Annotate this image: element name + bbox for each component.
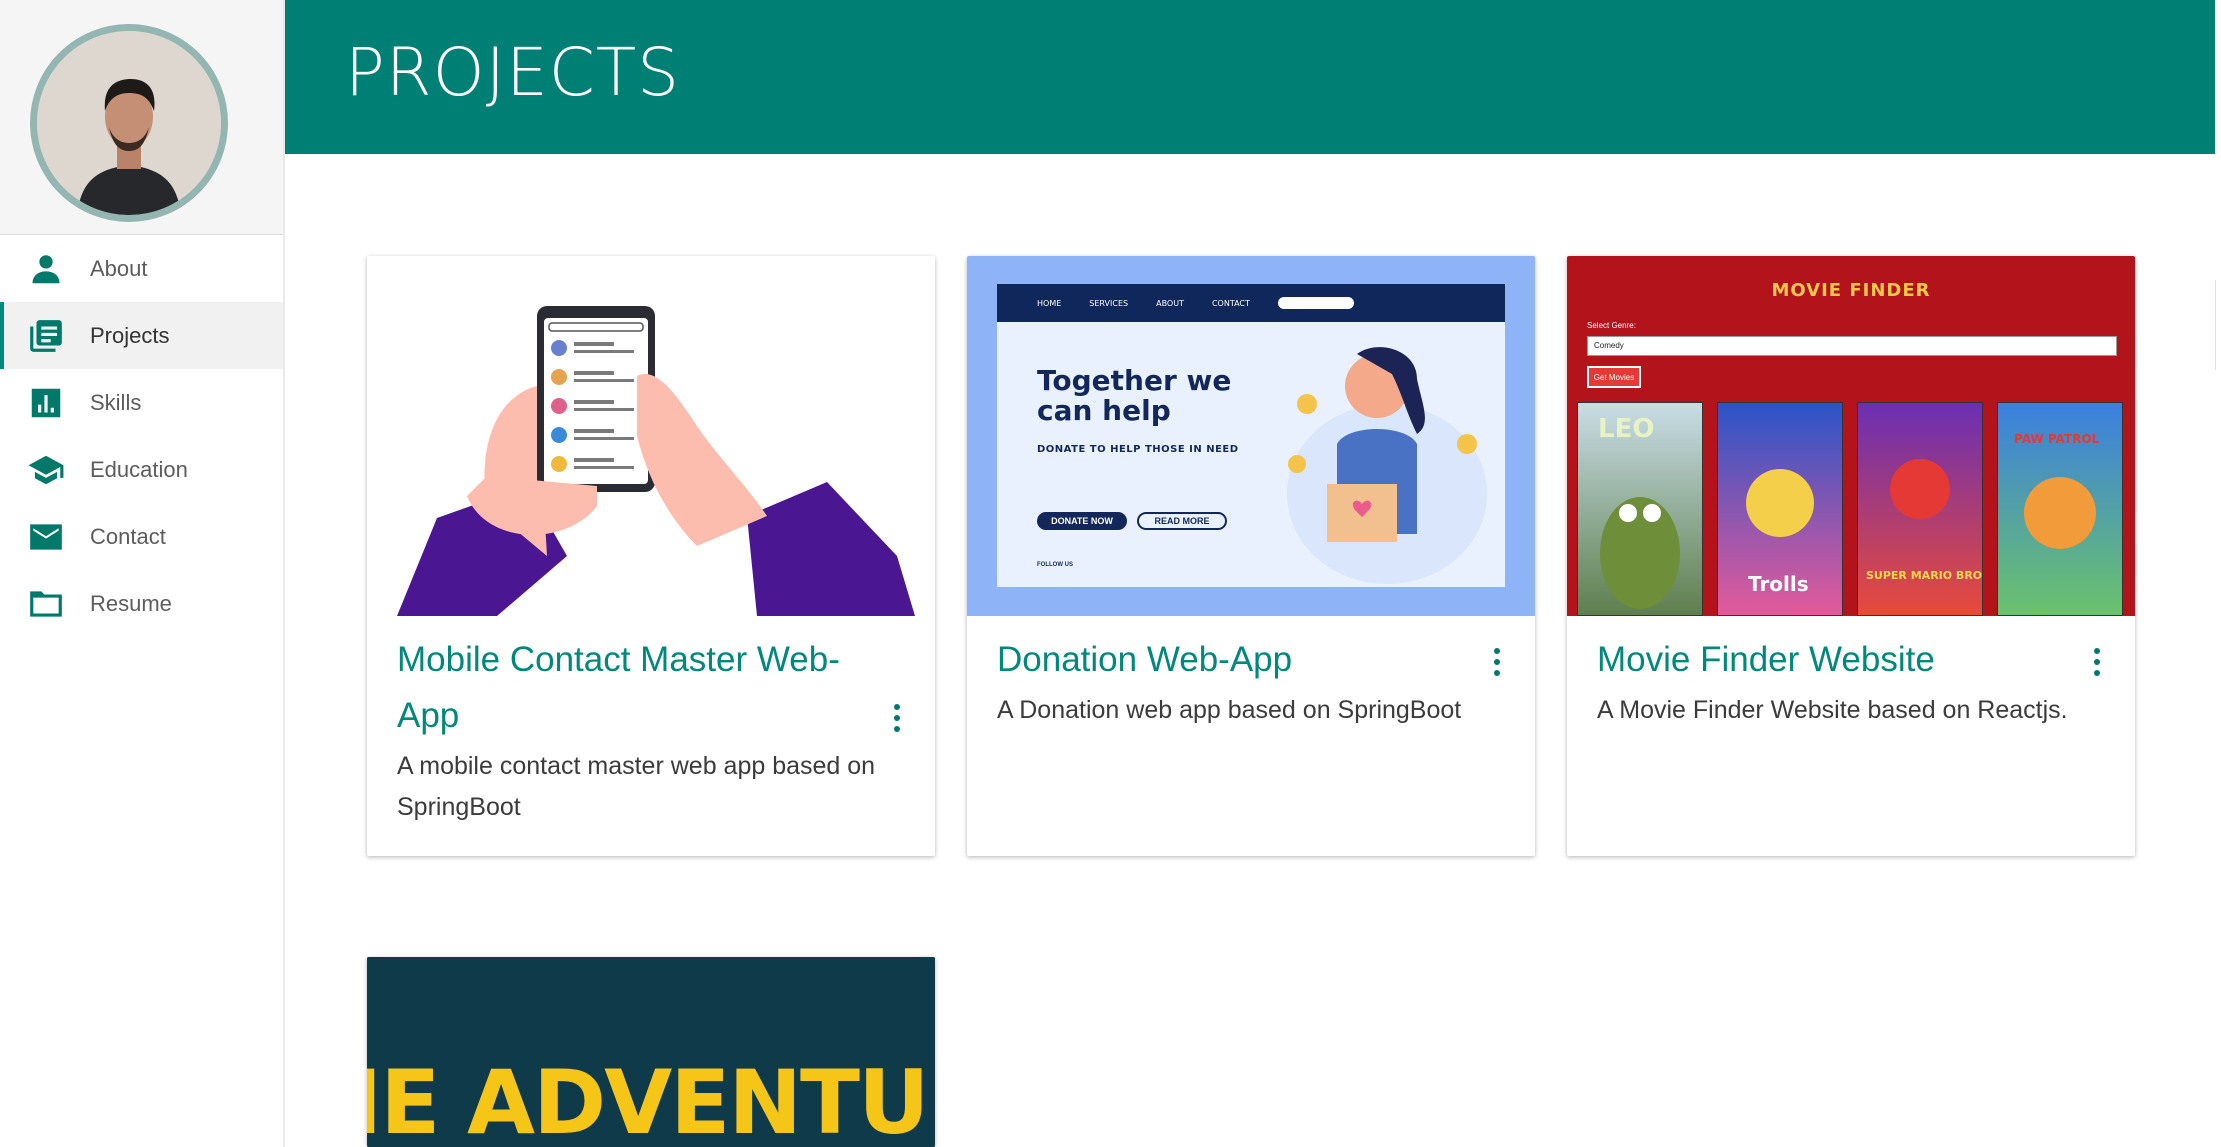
sidebar-item-resume[interactable]: Resume <box>0 570 283 637</box>
more-options-icon[interactable] <box>2089 648 2105 676</box>
project-card[interactable]: THE ADVENTURE <box>367 957 935 1147</box>
project-image: MOVIE FINDER Select Genre: Comedy Get Mo… <box>1567 256 2135 616</box>
sidebar-item-label: Skills <box>90 389 142 415</box>
sidebar-item-label: Education <box>90 456 188 482</box>
scrollbar[interactable] <box>2215 280 2221 370</box>
sidebar-item-label: About <box>90 255 148 281</box>
project-card[interactable]: Mobile Contact Master Web-App A mobile c… <box>367 256 935 856</box>
project-title[interactable]: Mobile Contact Master Web-App <box>397 632 905 744</box>
bar-chart-icon <box>26 383 66 423</box>
card-body: Movie Finder Website A Movie Finder Webs… <box>1567 616 2135 749</box>
preview-nav-item: ABOUT <box>1156 298 1184 308</box>
project-card[interactable]: HOME SERVICES ABOUT CONTACT Together we … <box>967 256 1535 856</box>
adventure-heading: THE ADVENTURE <box>367 1051 935 1147</box>
preview-headline: Together we can help <box>1037 364 1232 427</box>
sidebar-item-label: Resume <box>90 590 172 616</box>
more-options-icon[interactable] <box>889 704 905 732</box>
movie-poster: SUPER MARIO BROS <box>1857 402 1990 616</box>
preview-search <box>1277 297 1354 309</box>
movie-poster: Trolls <box>1717 402 1843 616</box>
sidebar-item-skills[interactable]: Skills <box>0 369 283 436</box>
project-image <box>367 256 935 616</box>
preview-donate-button: DONATE NOW <box>1037 512 1127 530</box>
preview-subheadline: DONATE TO HELP THOSE IN NEED <box>1037 444 1239 455</box>
sidebar-item-contact[interactable]: Contact <box>0 503 283 570</box>
card-body: Donation Web-App A Donation web app base… <box>967 616 1535 749</box>
person-icon <box>26 249 66 289</box>
project-title[interactable]: Donation Web-App <box>997 632 1505 688</box>
project-image: HOME SERVICES ABOUT CONTACT Together we … <box>967 256 1535 616</box>
projects-icon <box>26 316 66 356</box>
mail-icon <box>26 517 66 557</box>
profile-area <box>0 0 283 235</box>
preview-get-movies-button: Get Movies <box>1587 366 1641 388</box>
poster-title: Trolls <box>1748 572 1809 596</box>
donation-person-illustration <box>1287 347 1487 584</box>
poster-title: LEO <box>1598 414 1654 444</box>
sidebar-item-about[interactable]: About <box>0 235 283 302</box>
graduation-cap-icon <box>26 450 66 490</box>
sidebar-item-projects[interactable]: Projects <box>0 302 283 369</box>
movie-poster: LEO <box>1577 402 1703 616</box>
project-description: A Donation web app based on SpringBoot <box>997 696 1462 724</box>
preview-read-more-button: READ MORE <box>1137 512 1227 530</box>
page-header: PROJECTS <box>285 0 2215 154</box>
preview-navbar: HOME SERVICES ABOUT CONTACT <box>997 284 1505 322</box>
preview-follow: FOLLOW US <box>1037 562 1073 568</box>
project-card[interactable]: MOVIE FINDER Select Genre: Comedy Get Mo… <box>1567 256 2135 856</box>
card-body: Mobile Contact Master Web-App A mobile c… <box>367 616 935 846</box>
sidebar-item-label: Projects <box>90 322 170 348</box>
phone-hands-illustration <box>397 306 915 616</box>
more-options-icon[interactable] <box>1489 648 1505 676</box>
preview-nav-item: CONTACT <box>1211 298 1250 308</box>
sidebar-nav: About Projects Skills Education Contact <box>0 235 283 637</box>
sidebar-item-education[interactable]: Education <box>0 436 283 503</box>
page-title: PROJECTS <box>345 34 681 111</box>
folder-icon <box>26 584 66 624</box>
profile-photo <box>37 31 221 215</box>
project-title[interactable]: Movie Finder Website <box>1597 632 2105 688</box>
poster-title: SUPER MARIO BROS <box>1866 569 1982 582</box>
preview-genre-select: Comedy <box>1587 336 2117 356</box>
preview-genre-label: Select Genre: <box>1587 321 1636 330</box>
project-image: THE ADVENTURE <box>367 957 935 1147</box>
adventure-artwork: THE ADVENTURE <box>367 957 935 1147</box>
poster-title: PAW PATROL <box>2014 432 2100 446</box>
avatar <box>30 24 228 222</box>
movie-poster: PAW PATROL <box>1997 402 2123 616</box>
preview-movie-finder-title: MOVIE FINDER <box>1771 280 1931 301</box>
preview-nav-item: SERVICES <box>1089 298 1129 308</box>
sidebar: About Projects Skills Education Contact <box>0 0 285 1147</box>
project-description: A Movie Finder Website based on Reactjs. <box>1597 696 2068 724</box>
donation-page-preview: HOME SERVICES ABOUT CONTACT Together we … <box>997 284 1505 587</box>
project-description: A mobile contact master web app based on… <box>397 752 876 821</box>
sidebar-item-label: Contact <box>90 523 166 549</box>
preview-nav-item: HOME <box>1037 298 1062 308</box>
